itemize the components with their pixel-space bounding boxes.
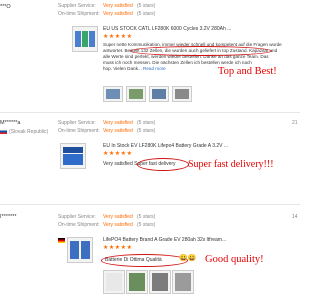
star-icon: ★ <box>126 151 133 157</box>
flag-icon <box>58 238 65 243</box>
product-title[interactable]: EU US STOCK CATL LF280K 6000 Cycles 3.2V… <box>103 26 293 32</box>
annotation-text: Good quality! <box>205 254 264 265</box>
rating-stars: ★★★★★ <box>103 244 132 251</box>
review-prefix: Very satisfied <box>103 161 133 167</box>
rating-stars: ★★★★★ <box>103 150 132 157</box>
annotation-text: Super fast delivery!!! <box>188 159 274 170</box>
shipment-stars: (5 stars) <box>137 128 156 134</box>
review-photo[interactable] <box>172 270 194 294</box>
shipment-value: Very satisfied <box>103 222 133 228</box>
review-photo[interactable] <box>172 86 192 102</box>
service-value: Very satisfied <box>103 214 133 220</box>
service-value: Very satisfied <box>103 3 133 9</box>
shipment-stars: (5 stars) <box>137 11 156 17</box>
star-icon: ★ <box>126 34 133 40</box>
shipment-label: On-time Shipment: <box>58 128 100 134</box>
product-title[interactable]: LifePO4 Battery Brand A Grade EV 280ah 3… <box>103 237 226 243</box>
emoji-icon: 😀😀 <box>179 255 197 262</box>
shipment-value: Very satisfied <box>103 128 133 134</box>
star-icon: ★ <box>126 245 133 251</box>
product-title[interactable]: EU In Stock EV LF280K Lifepo4 Battery Gr… <box>103 143 228 149</box>
highlight-oval <box>101 254 188 267</box>
highlight-oval <box>137 158 189 171</box>
review-photo[interactable] <box>149 270 171 294</box>
buyer-country: (Slovak Republic) <box>9 129 49 135</box>
product-thumbnail[interactable] <box>60 143 86 169</box>
corner-number: 14 <box>292 214 298 220</box>
review-photo[interactable] <box>103 270 125 294</box>
corner-number: 21 <box>292 120 298 126</box>
service-stars: (5 stars) <box>137 214 156 220</box>
buyer-name: ***O <box>0 4 11 10</box>
review-photo[interactable] <box>103 86 123 102</box>
service-label: Supplier Service: <box>58 214 96 220</box>
service-stars: (5 stars) <box>137 3 156 9</box>
highlight-oval <box>130 46 272 56</box>
row-divider <box>0 112 300 113</box>
shipment-value: Very satisfied <box>103 11 133 17</box>
shipment-stars: (5 stars) <box>137 222 156 228</box>
buyer-name: I******* <box>0 214 17 220</box>
service-label: Supplier Service: <box>58 120 96 126</box>
read-more-link[interactable]: Read more <box>143 66 166 71</box>
service-stars: (5 stars) <box>137 120 156 126</box>
review-photo[interactable] <box>126 86 146 102</box>
annotation-text: Top and Best! <box>218 66 277 77</box>
shipment-label: On-time Shipment: <box>58 11 100 17</box>
service-value: Very satisfied <box>103 120 133 126</box>
service-label: Supplier Service: <box>58 3 96 9</box>
shipment-label: On-time Shipment: <box>58 222 100 228</box>
review-photo[interactable] <box>149 86 169 102</box>
rating-stars: ★★★★★ <box>103 33 132 40</box>
buyer-name: M******a <box>0 120 21 126</box>
product-thumbnail[interactable] <box>72 26 98 52</box>
flag-icon <box>0 129 7 134</box>
review-line: hop. Vielen Dank... <box>103 66 142 71</box>
review-photo[interactable] <box>126 270 148 294</box>
row-divider <box>0 204 300 205</box>
product-thumbnail[interactable] <box>67 237 93 263</box>
